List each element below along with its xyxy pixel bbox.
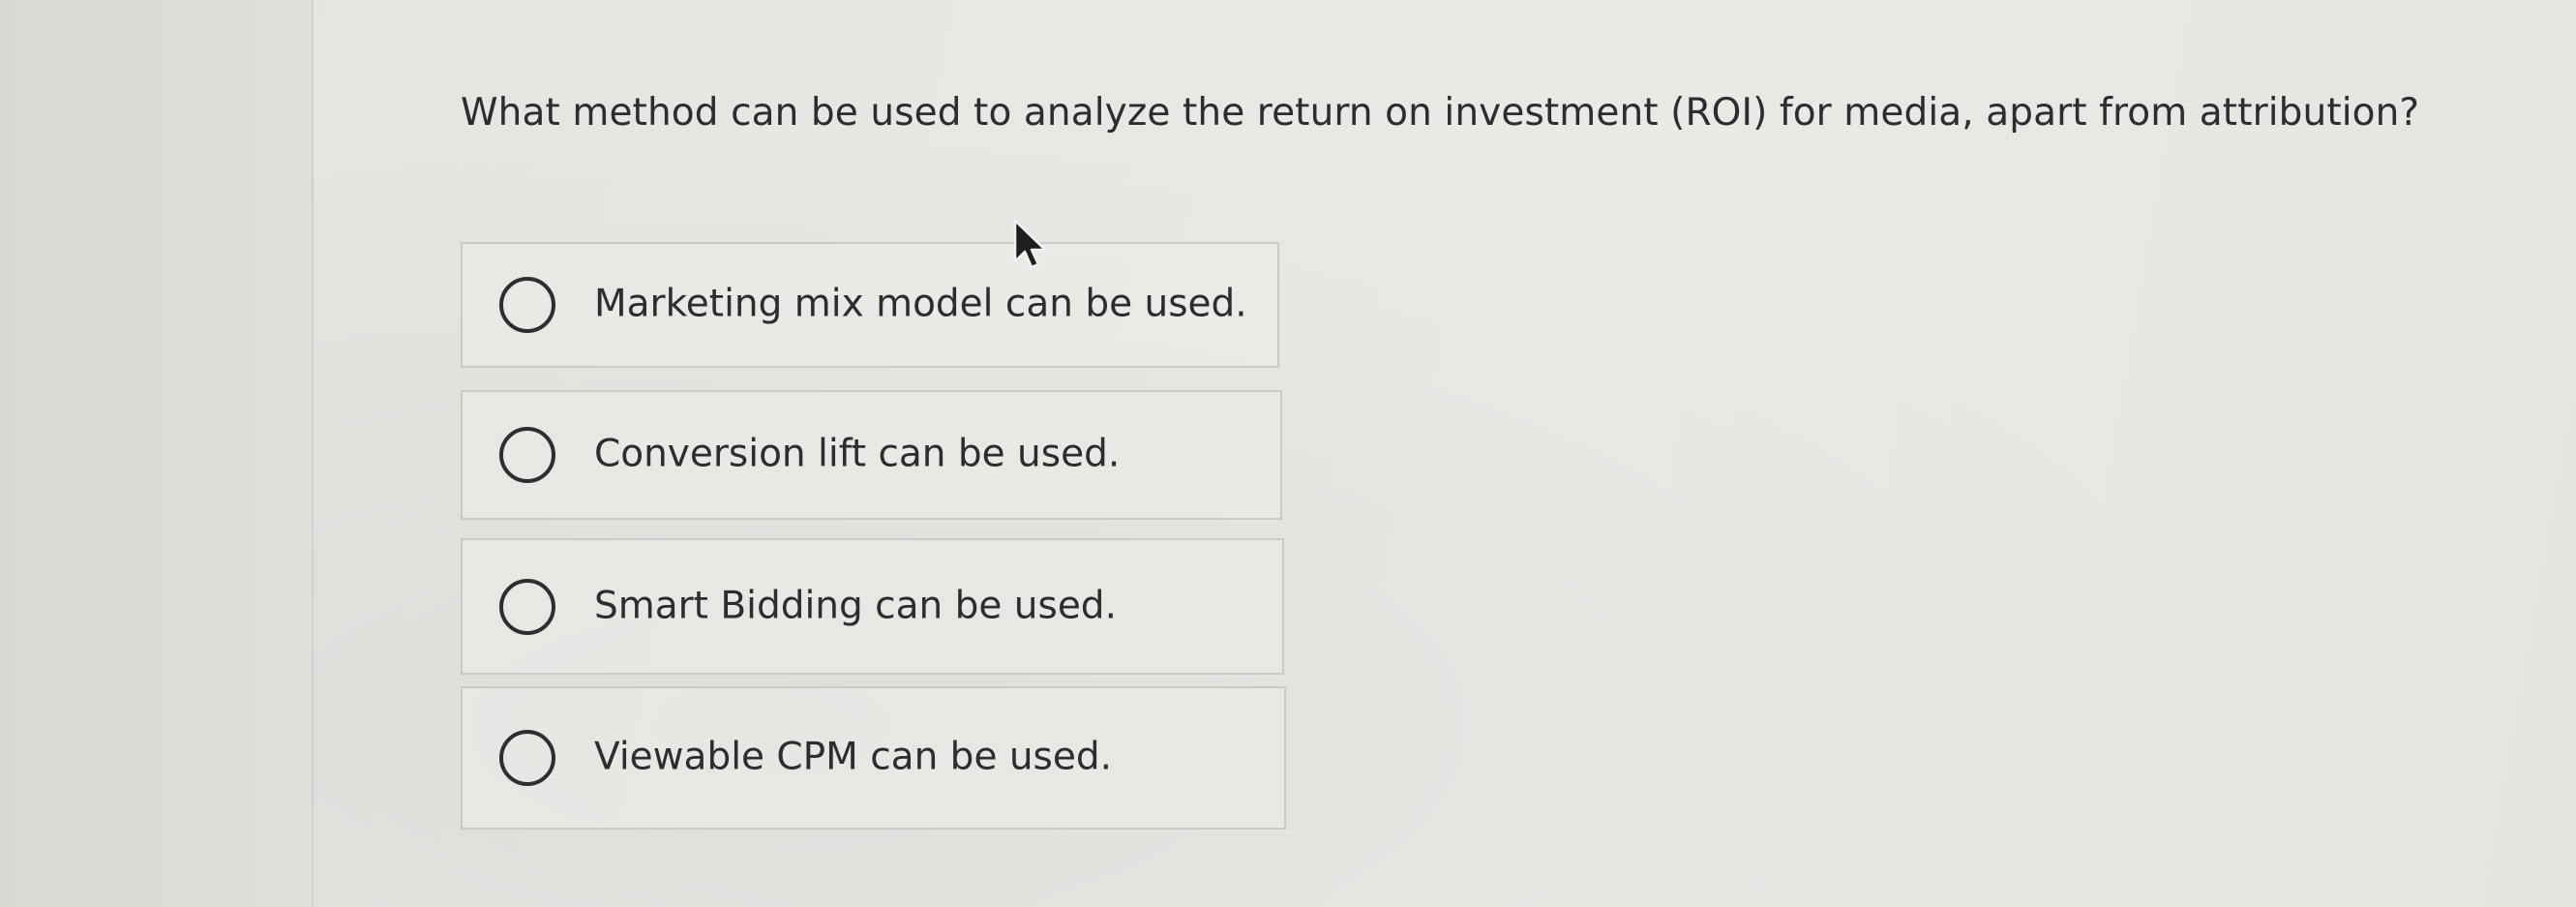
radio-unselected-icon[interactable] (499, 730, 555, 786)
radio-unselected-icon[interactable] (499, 427, 555, 483)
question-text: What method can be used to analyze the r… (461, 91, 2420, 135)
answer-option-4[interactable]: Viewable CPM can be used. (461, 686, 1286, 830)
answer-option-label: Smart Bidding can be used. (594, 584, 1117, 628)
answer-option-2[interactable]: Conversion lift can be used. (461, 390, 1282, 520)
answer-option-3[interactable]: Smart Bidding can be used. (461, 538, 1284, 675)
gutter-divider (312, 0, 314, 907)
radio-unselected-icon[interactable] (499, 277, 555, 333)
answer-option-label: Conversion lift can be used. (594, 432, 1121, 476)
radio-unselected-icon[interactable] (499, 578, 555, 635)
left-gutter (0, 0, 312, 907)
answer-option-label: Marketing mix model can be used. (594, 282, 1247, 326)
answer-option-1[interactable]: Marketing mix model can be used. (461, 242, 1279, 368)
answer-option-label: Viewable CPM can be used. (594, 735, 1113, 779)
